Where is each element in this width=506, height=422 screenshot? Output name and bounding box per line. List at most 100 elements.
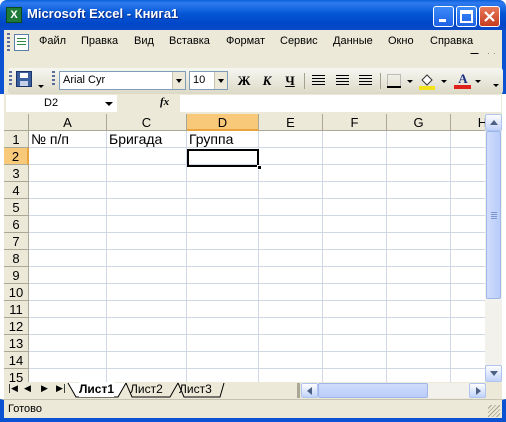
grid-cell[interactable] (29, 284, 107, 301)
grid-cell[interactable] (29, 199, 107, 216)
cell-c1[interactable]: Бригада (107, 131, 187, 148)
cell-d1[interactable]: Группа (187, 131, 259, 148)
row-header-12[interactable]: 12 (4, 318, 29, 335)
name-box[interactable]: D2 (6, 95, 117, 112)
grid-cell[interactable] (323, 233, 387, 250)
grid-cell[interactable] (259, 318, 323, 335)
grid-cell[interactable] (451, 182, 485, 199)
grid-cell[interactable] (259, 301, 323, 318)
menu-tools[interactable]: Сервис (280, 35, 318, 47)
grid-cell[interactable] (107, 233, 187, 250)
grid-cell[interactable] (187, 352, 259, 369)
grid-cell[interactable] (323, 301, 387, 318)
toolbar-options-icon[interactable] (38, 85, 44, 91)
font-size-dropdown-icon[interactable] (214, 72, 227, 89)
grid-cell[interactable] (451, 233, 485, 250)
active-cell-d2[interactable] (187, 149, 259, 167)
grid-cell[interactable] (259, 199, 323, 216)
grid-cell[interactable] (187, 318, 259, 335)
title-bar[interactable]: X Microsoft Excel - Книга1 (0, 0, 506, 30)
grid-cell[interactable] (323, 352, 387, 369)
align-left-icon[interactable] (312, 75, 325, 86)
font-color-button[interactable]: A (455, 71, 471, 86)
minimize-button[interactable] (433, 6, 454, 27)
tab-split-handle[interactable] (297, 383, 300, 398)
underline-button[interactable]: Ч (281, 73, 299, 89)
grid-cell[interactable] (323, 165, 387, 182)
next-sheet-icon[interactable]: ▶ (41, 384, 48, 394)
grid-cell[interactable] (323, 148, 387, 165)
column-header-a[interactable]: A (29, 114, 107, 131)
cell-a1[interactable]: № п/п (29, 131, 107, 148)
grid-cell[interactable] (451, 352, 485, 369)
grid-cell[interactable] (259, 148, 323, 165)
resize-grip[interactable] (488, 405, 500, 417)
grid-cell[interactable] (187, 233, 259, 250)
grid-cell[interactable] (387, 199, 451, 216)
row-header-3[interactable]: 3 (4, 165, 29, 182)
row-header-5[interactable]: 5 (4, 199, 29, 216)
grid-cell[interactable] (259, 267, 323, 284)
workbook-icon[interactable] (14, 34, 29, 51)
grid-cell[interactable] (259, 216, 323, 233)
grid-cell[interactable] (107, 216, 187, 233)
row-header-13[interactable]: 13 (4, 335, 29, 352)
fill-color-dropdown-icon[interactable] (441, 80, 447, 86)
column-header-g[interactable]: G (387, 114, 451, 131)
grid-cell[interactable] (187, 301, 259, 318)
excel-app-icon[interactable]: X (6, 7, 22, 23)
grid-cell[interactable] (451, 335, 485, 352)
sheet-tab-3[interactable]: Лист3 (179, 382, 212, 397)
scroll-up-button[interactable] (485, 114, 502, 131)
grid-cell[interactable] (187, 250, 259, 267)
grid-cell[interactable] (451, 165, 485, 182)
toolbar-overflow-icon[interactable] (493, 84, 499, 90)
grid-cell[interactable] (451, 301, 485, 318)
fill-handle[interactable] (257, 165, 262, 170)
grid-cell[interactable] (259, 233, 323, 250)
grid-cell[interactable] (451, 369, 485, 382)
grid-cell[interactable] (259, 131, 323, 148)
grid-cell[interactable] (451, 148, 485, 165)
grid-cell[interactable] (259, 165, 323, 182)
grid-cell[interactable] (29, 335, 107, 352)
grid-cell[interactable] (187, 199, 259, 216)
grid-cell[interactable] (323, 284, 387, 301)
horizontal-scroll-thumb[interactable] (318, 383, 428, 398)
grid-cell[interactable] (387, 301, 451, 318)
grid-cell[interactable] (323, 216, 387, 233)
font-size-combo[interactable]: 10 (189, 71, 228, 90)
menu-insert[interactable]: Вставка (169, 35, 210, 47)
grid-cell[interactable] (29, 301, 107, 318)
menu-format[interactable]: Формат (226, 35, 265, 47)
row-header-9[interactable]: 9 (4, 267, 29, 284)
grid-cell[interactable] (187, 165, 259, 182)
grid-cell[interactable] (107, 335, 187, 352)
grid-cell[interactable] (451, 199, 485, 216)
grid-cell[interactable] (29, 318, 107, 335)
fill-color-icon[interactable] (418, 72, 436, 90)
row-header-15[interactable]: 15 (4, 369, 29, 382)
save-icon[interactable] (16, 71, 32, 87)
grid-cell[interactable] (387, 182, 451, 199)
toolbar-grip-2[interactable] (52, 71, 55, 87)
grid-cell[interactable] (451, 250, 485, 267)
grid-cell[interactable] (187, 369, 259, 382)
menu-help[interactable]: Справка (430, 35, 473, 47)
select-all-corner[interactable] (4, 114, 29, 131)
grid-cell[interactable] (387, 284, 451, 301)
prev-sheet-icon[interactable]: ◀ (24, 384, 31, 394)
grid-cell[interactable] (107, 284, 187, 301)
grid-cell[interactable] (387, 131, 451, 148)
scroll-left-button[interactable] (301, 383, 318, 398)
grid-cell[interactable] (451, 284, 485, 301)
grid-cell[interactable] (187, 335, 259, 352)
row-header-1[interactable]: 1 (4, 131, 29, 148)
grid-cell[interactable] (29, 352, 107, 369)
grid-cell[interactable] (387, 148, 451, 165)
font-name-combo[interactable]: Arial Cyr (59, 71, 186, 90)
row-header-8[interactable]: 8 (4, 250, 29, 267)
grid-cell[interactable] (29, 216, 107, 233)
grid-cell[interactable] (387, 335, 451, 352)
column-header-c[interactable]: C (107, 114, 187, 131)
